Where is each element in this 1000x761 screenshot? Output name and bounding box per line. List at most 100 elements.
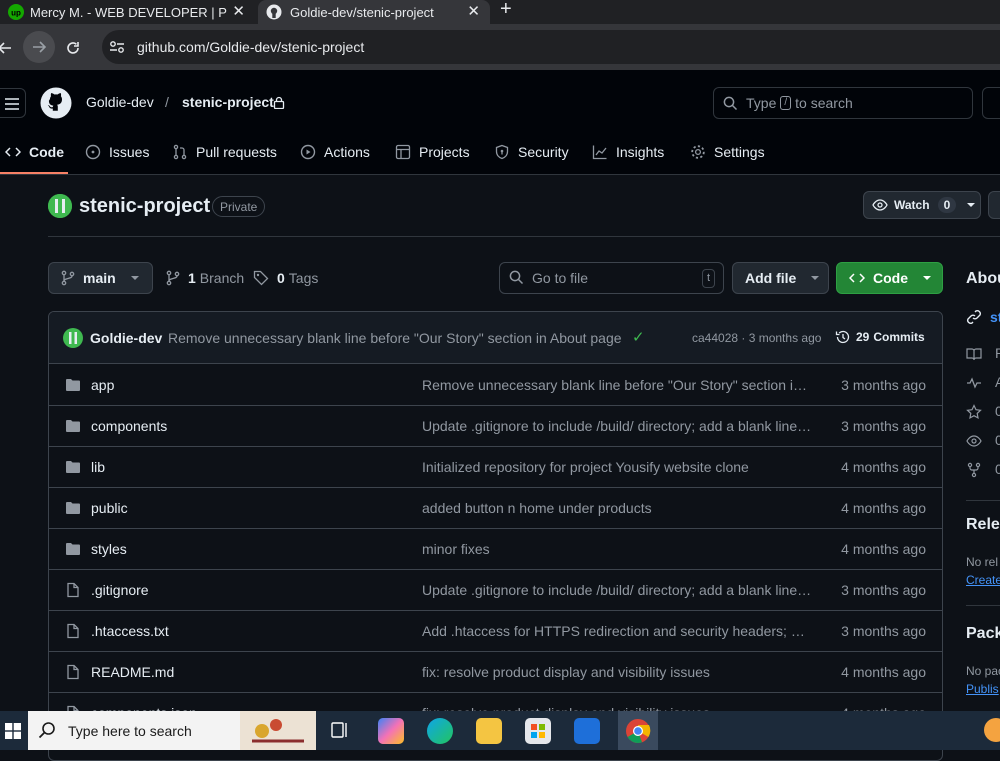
search-highlight-image[interactable] (240, 711, 316, 750)
stars-count[interactable]: 0 (995, 403, 1000, 419)
avatar[interactable] (48, 194, 72, 218)
table-row[interactable]: lib Initialized repository for project Yo… (49, 447, 942, 488)
tab-insights[interactable]: Insights (592, 141, 664, 163)
forward-button[interactable] (23, 31, 55, 63)
menu-button[interactable] (0, 88, 26, 118)
repo-link[interactable]: stenic-project (182, 94, 274, 110)
fork-button[interactable] (988, 191, 1000, 219)
file-explorer-icon[interactable] (476, 718, 502, 744)
branch-selector[interactable]: main (48, 262, 153, 294)
tab-settings[interactable]: Settings (690, 141, 765, 163)
folder-icon (65, 541, 81, 557)
commit-message-link[interactable]: added button n home under products (422, 500, 812, 516)
copilot-icon[interactable] (378, 718, 404, 744)
commit-sha-time[interactable]: ca44028 · 3 months ago (692, 331, 821, 345)
watch-button[interactable]: Watch 0 (863, 191, 981, 219)
tab-issues[interactable]: Issues (85, 141, 149, 163)
tab-code[interactable]: Code (5, 141, 64, 163)
breadcrumb-separator: / (165, 94, 169, 110)
table-row[interactable]: components Update .gitignore to include /… (49, 406, 942, 447)
chevron-down-icon (810, 275, 820, 281)
tag-count: 0 (277, 270, 285, 286)
go-to-file-input[interactable]: Go to file t (499, 262, 724, 294)
close-icon[interactable]: ✕ (232, 2, 245, 20)
git-branch-icon (61, 270, 75, 286)
releases-heading[interactable]: Relea (966, 516, 1000, 534)
task-view-icon[interactable] (330, 720, 350, 740)
store-icon[interactable] (525, 718, 551, 744)
owner-link[interactable]: Goldie-dev (86, 94, 154, 110)
check-icon[interactable]: ✓ (632, 328, 645, 346)
commit-message-link[interactable]: Update .gitignore to include /build/ dir… (422, 582, 812, 598)
file-name-link[interactable]: app (91, 377, 114, 393)
table-row[interactable]: app Remove unnecessary blank line before … (49, 365, 942, 406)
commit-age: 4 months ago (841, 541, 926, 557)
add-file-label: Add file (745, 270, 797, 286)
git-branch-icon (166, 270, 180, 286)
readme-link[interactable]: R (995, 345, 1000, 361)
table-row[interactable]: .htaccess.txt Add .htaccess for HTTPS red… (49, 611, 942, 652)
tags-link[interactable]: 0 Tags (253, 270, 318, 286)
divider (48, 236, 1000, 237)
commit-message-link[interactable]: fix: resolve product display and visibil… (422, 664, 812, 680)
forks-count[interactable]: 0 (995, 461, 1000, 477)
commit-message-link[interactable]: Update .gitignore to include /build/ dir… (422, 418, 812, 434)
tab-actions[interactable]: Actions (300, 141, 370, 163)
table-row[interactable]: .gitignore Update .gitignore to include /… (49, 570, 942, 611)
website-link[interactable]: st (990, 309, 1000, 325)
tab-title: Goldie-dev/stenic-project (290, 4, 434, 20)
commit-message[interactable]: Remove unnecessary blank line before "Ou… (168, 330, 622, 346)
packages-heading[interactable]: Pack (966, 625, 1000, 643)
commits-link[interactable]: 29 Commits (835, 329, 925, 345)
activity-link[interactable]: A (995, 374, 1000, 390)
chrome-taskbar-button[interactable] (618, 711, 658, 750)
new-tab-button[interactable]: + (500, 0, 512, 21)
avatar[interactable] (63, 328, 83, 348)
folder-icon (65, 459, 81, 475)
create-release-link[interactable]: Create (966, 573, 1000, 587)
file-name-link[interactable]: public (91, 500, 128, 516)
global-search-input[interactable]: Type / to search (713, 87, 973, 119)
publish-package-link[interactable]: Publis (966, 682, 999, 696)
divider (966, 605, 1000, 606)
url-text[interactable]: github.com/Goldie-dev/stenic-project (137, 39, 364, 55)
commit-author[interactable]: Goldie-dev (90, 330, 162, 346)
browser-tab-github[interactable]: Goldie-dev/stenic-project ✕ (258, 0, 490, 24)
file-name-link[interactable]: .htaccess.txt (91, 623, 169, 639)
github-logo-icon[interactable] (40, 87, 72, 119)
repo-title[interactable]: stenic-project (79, 195, 210, 218)
table-row[interactable]: styles minor fixes 4 months ago (49, 529, 942, 570)
reload-icon[interactable] (60, 35, 86, 61)
commit-message-link[interactable]: Add .htaccess for HTTPS redirection and … (422, 623, 812, 639)
back-arrow-icon[interactable] (0, 35, 18, 61)
tab-projects[interactable]: Projects (395, 141, 470, 163)
watchers-count[interactable]: 0 (995, 432, 1000, 448)
add-file-button[interactable]: Add file (732, 262, 829, 294)
edge-icon[interactable] (427, 718, 453, 744)
selected-tab-indicator (0, 172, 68, 174)
table-row[interactable]: README.md fix: resolve product display an… (49, 652, 942, 693)
tab-label: Actions (324, 144, 370, 160)
tab-pull-requests[interactable]: Pull requests (172, 141, 277, 163)
copilot-button[interactable] (982, 87, 1000, 119)
windows-start-icon[interactable] (0, 711, 26, 750)
file-name-link[interactable]: components (91, 418, 167, 434)
commit-message-link[interactable]: Remove unnecessary blank line before "Ou… (422, 377, 812, 393)
close-icon[interactable]: ✕ (467, 2, 480, 20)
site-settings-icon[interactable] (108, 38, 126, 56)
file-name-link[interactable]: lib (91, 459, 105, 475)
chevron-down-icon (922, 275, 932, 281)
outlook-icon[interactable] (574, 718, 600, 744)
file-name-link[interactable]: README.md (91, 664, 174, 680)
browser-tab-upwork[interactable]: up Mercy M. - WEB DEVELOPER | P ✕ (0, 0, 255, 24)
commit-message-link[interactable]: minor fixes (422, 541, 812, 557)
branches-link[interactable]: 1 Branch (166, 270, 244, 286)
tab-security[interactable]: Security (494, 141, 569, 163)
code-dropdown-button[interactable]: Code (836, 262, 943, 294)
file-name-link[interactable]: styles (91, 541, 127, 557)
table-row[interactable]: public added button n home under products… (49, 488, 942, 529)
chevron-down-icon (130, 275, 140, 281)
file-name-link[interactable]: .gitignore (91, 582, 149, 598)
lock-icon (273, 96, 285, 109)
commit-message-link[interactable]: Initialized repository for project Yousi… (422, 459, 812, 475)
